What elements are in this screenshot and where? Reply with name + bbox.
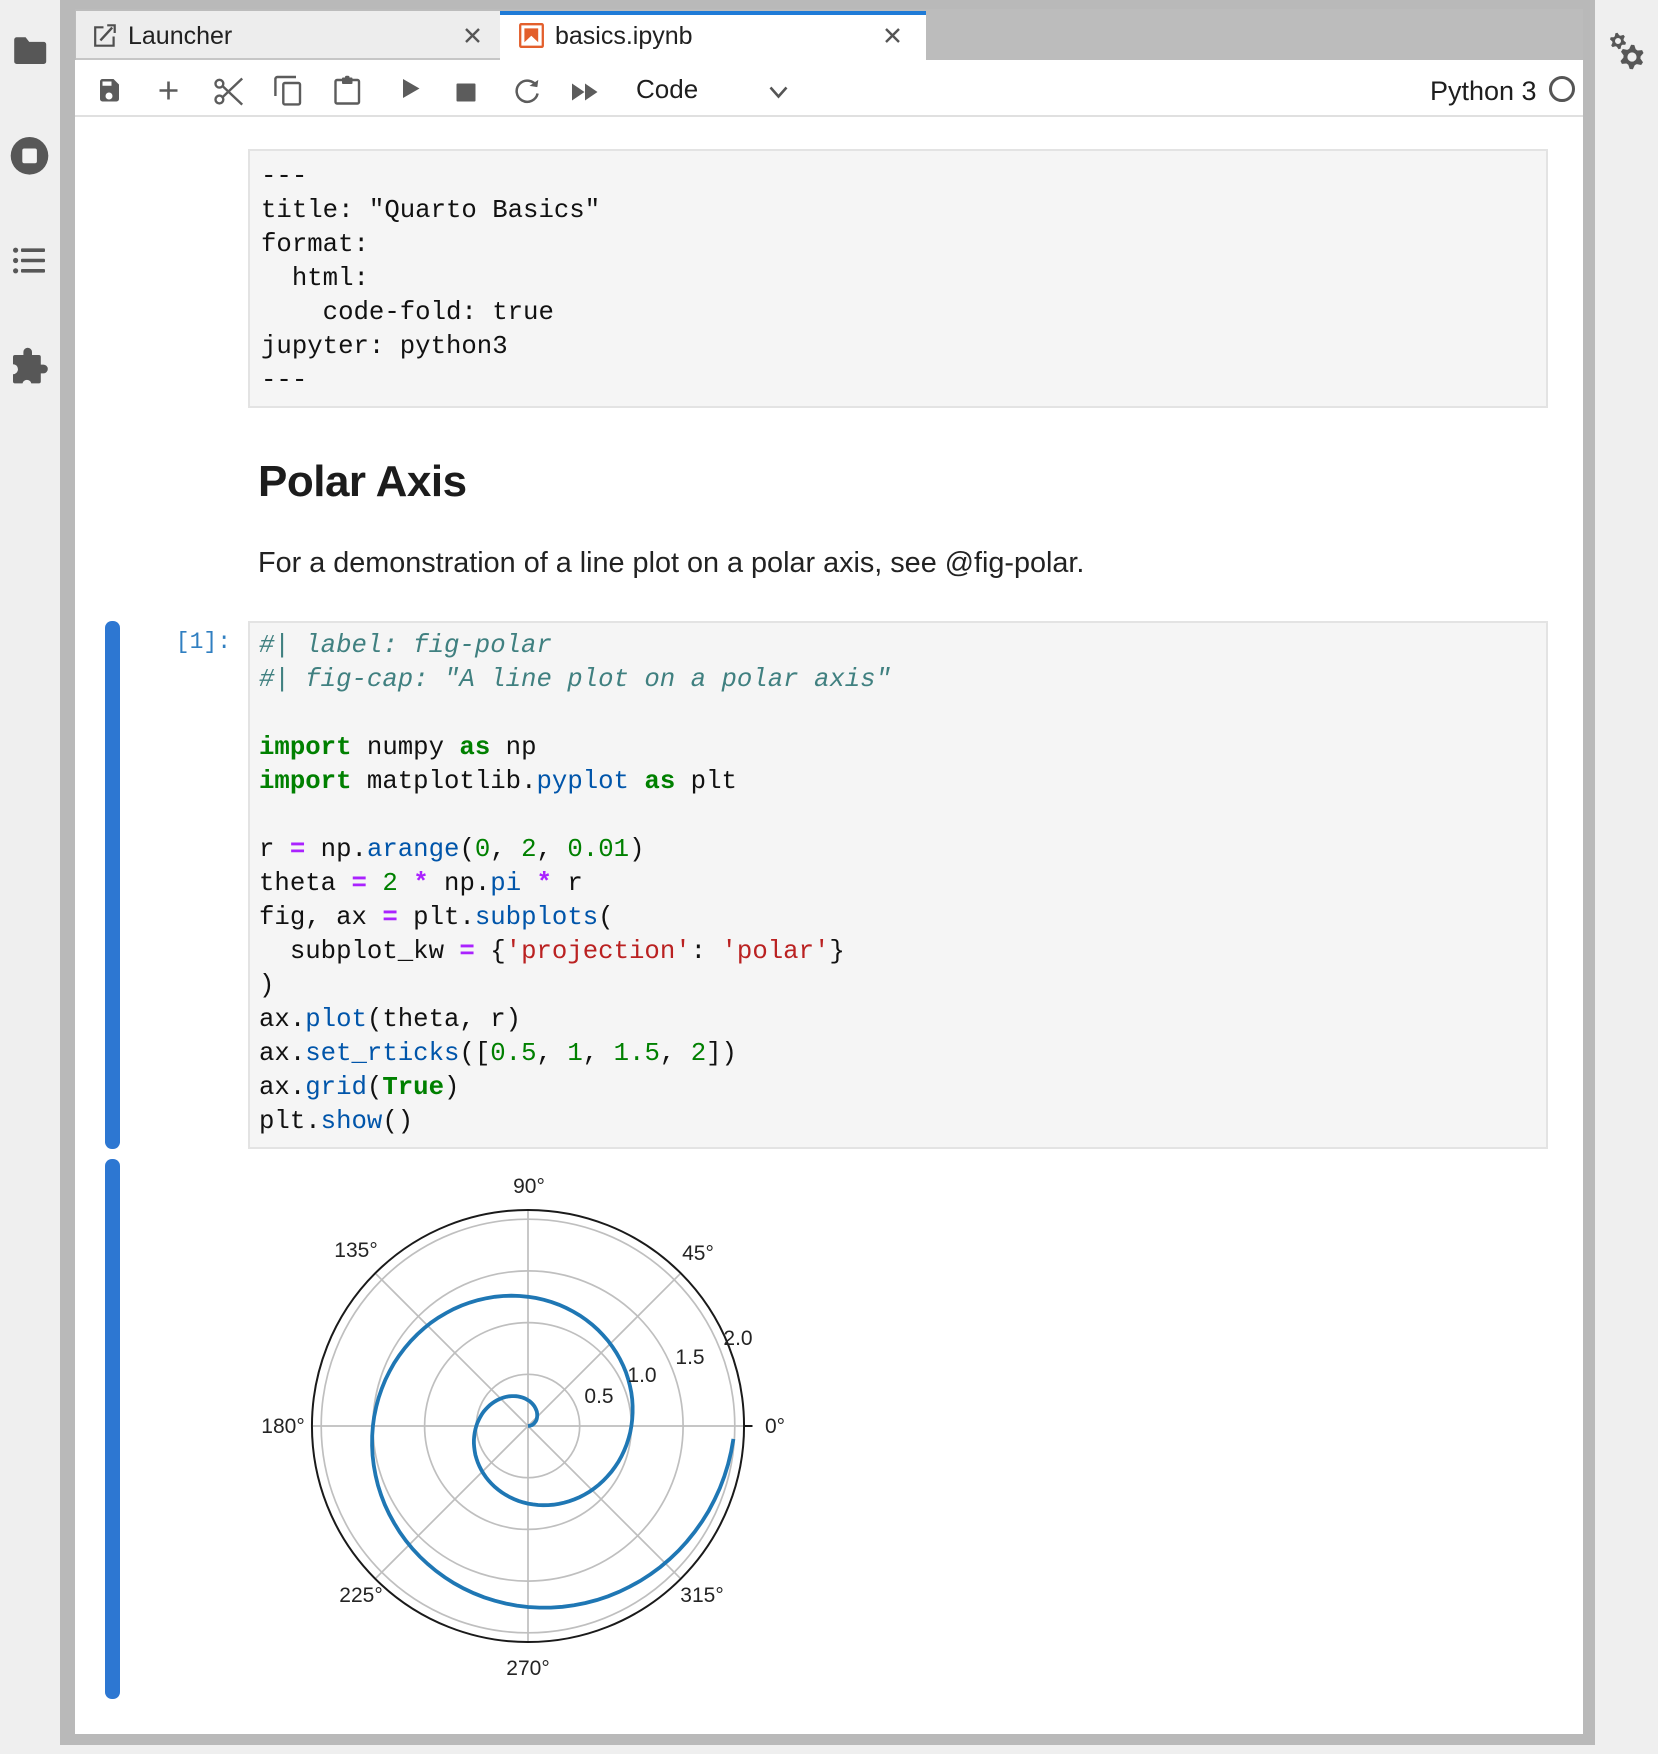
svg-text:45°: 45°	[682, 1242, 714, 1265]
svg-text:90°: 90°	[513, 1175, 545, 1198]
svg-text:225°: 225°	[339, 1584, 382, 1607]
svg-text:0.5: 0.5	[584, 1385, 613, 1408]
svg-text:1.5: 1.5	[675, 1346, 704, 1369]
svg-text:135°: 135°	[334, 1239, 377, 1262]
svg-text:1.0: 1.0	[627, 1364, 656, 1387]
svg-text:315°: 315°	[680, 1584, 723, 1607]
svg-text:0°: 0°	[765, 1415, 785, 1438]
svg-text:270°: 270°	[506, 1657, 549, 1680]
svg-text:180°: 180°	[261, 1415, 304, 1438]
svg-text:2.0: 2.0	[723, 1327, 752, 1350]
